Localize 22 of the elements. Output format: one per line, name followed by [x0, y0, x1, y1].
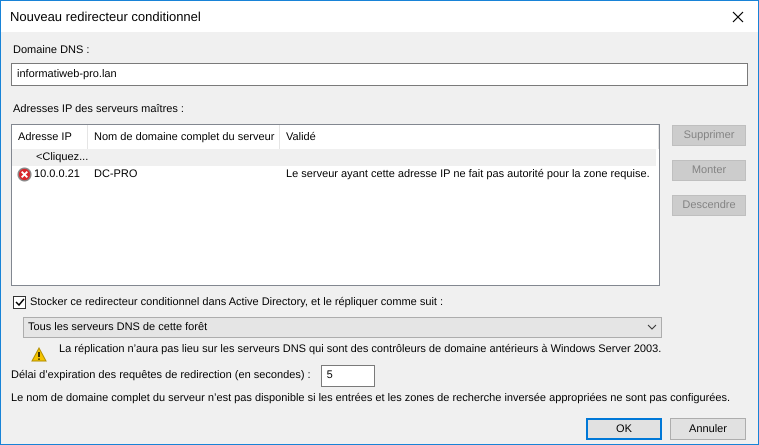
table-cell: DC-PRO — [94, 168, 138, 180]
close-icon — [732, 10, 744, 22]
warning-icon — [31, 346, 47, 362]
timeout-field[interactable]: 5 — [320, 364, 375, 386]
dialog-button[interactable]: Annuler — [670, 418, 746, 440]
replication-dropdown[interactable]: Tous les serveurs DNS de cette forêt — [23, 316, 662, 338]
add-row[interactable]: <Cliquez... — [36, 149, 88, 166]
check-icon — [14, 297, 24, 308]
table-cell-text: 10.0.0.21 — [34, 167, 80, 182]
window-title: Nouveau redirecteur conditionnel — [10, 8, 201, 26]
dns-domain-field[interactable]: informatiweb-pro.lan — [11, 62, 748, 86]
field-label: Domaine DNS : — [13, 43, 90, 58]
table-cell: Le serveur ayant cette adresse IP ne fait pas autorité pour la zone requise. — [286, 168, 650, 180]
chevron-down-icon — [647, 324, 657, 330]
dialog-button[interactable]: OK — [586, 418, 662, 440]
store-checkbox[interactable] — [13, 296, 26, 309]
list-label: Adresses IP des serveurs maîtres : — [13, 102, 185, 116]
note-text: Le nom de domaine complet du serveur n’est pas disponible si les entrées et les zones de recherche inversée appropriées ne sont pas configurées. — [11, 390, 732, 406]
timeout-label: Délai d’expiration des requêtes de redirection (en secondes) : — [11, 368, 311, 384]
checkbox-label: Stocker ce redirecteur conditionnel dans Active Directory, et le répliquer comme suit : — [30, 295, 444, 310]
warning-text: La réplication n’aura pas lieu sur les serveurs DNS qui sont des contrôleurs de domaine antérieurs à Windows Server 2003. — [59, 342, 662, 356]
server-list[interactable]: Adresse IP Nom de domaine complet du serveur Validé <Cliquez... 10.0.0.21 DC-PRO Le serveur ayant cette adresse IP ne fait pas autorité pour la zone requise. — [11, 124, 660, 286]
